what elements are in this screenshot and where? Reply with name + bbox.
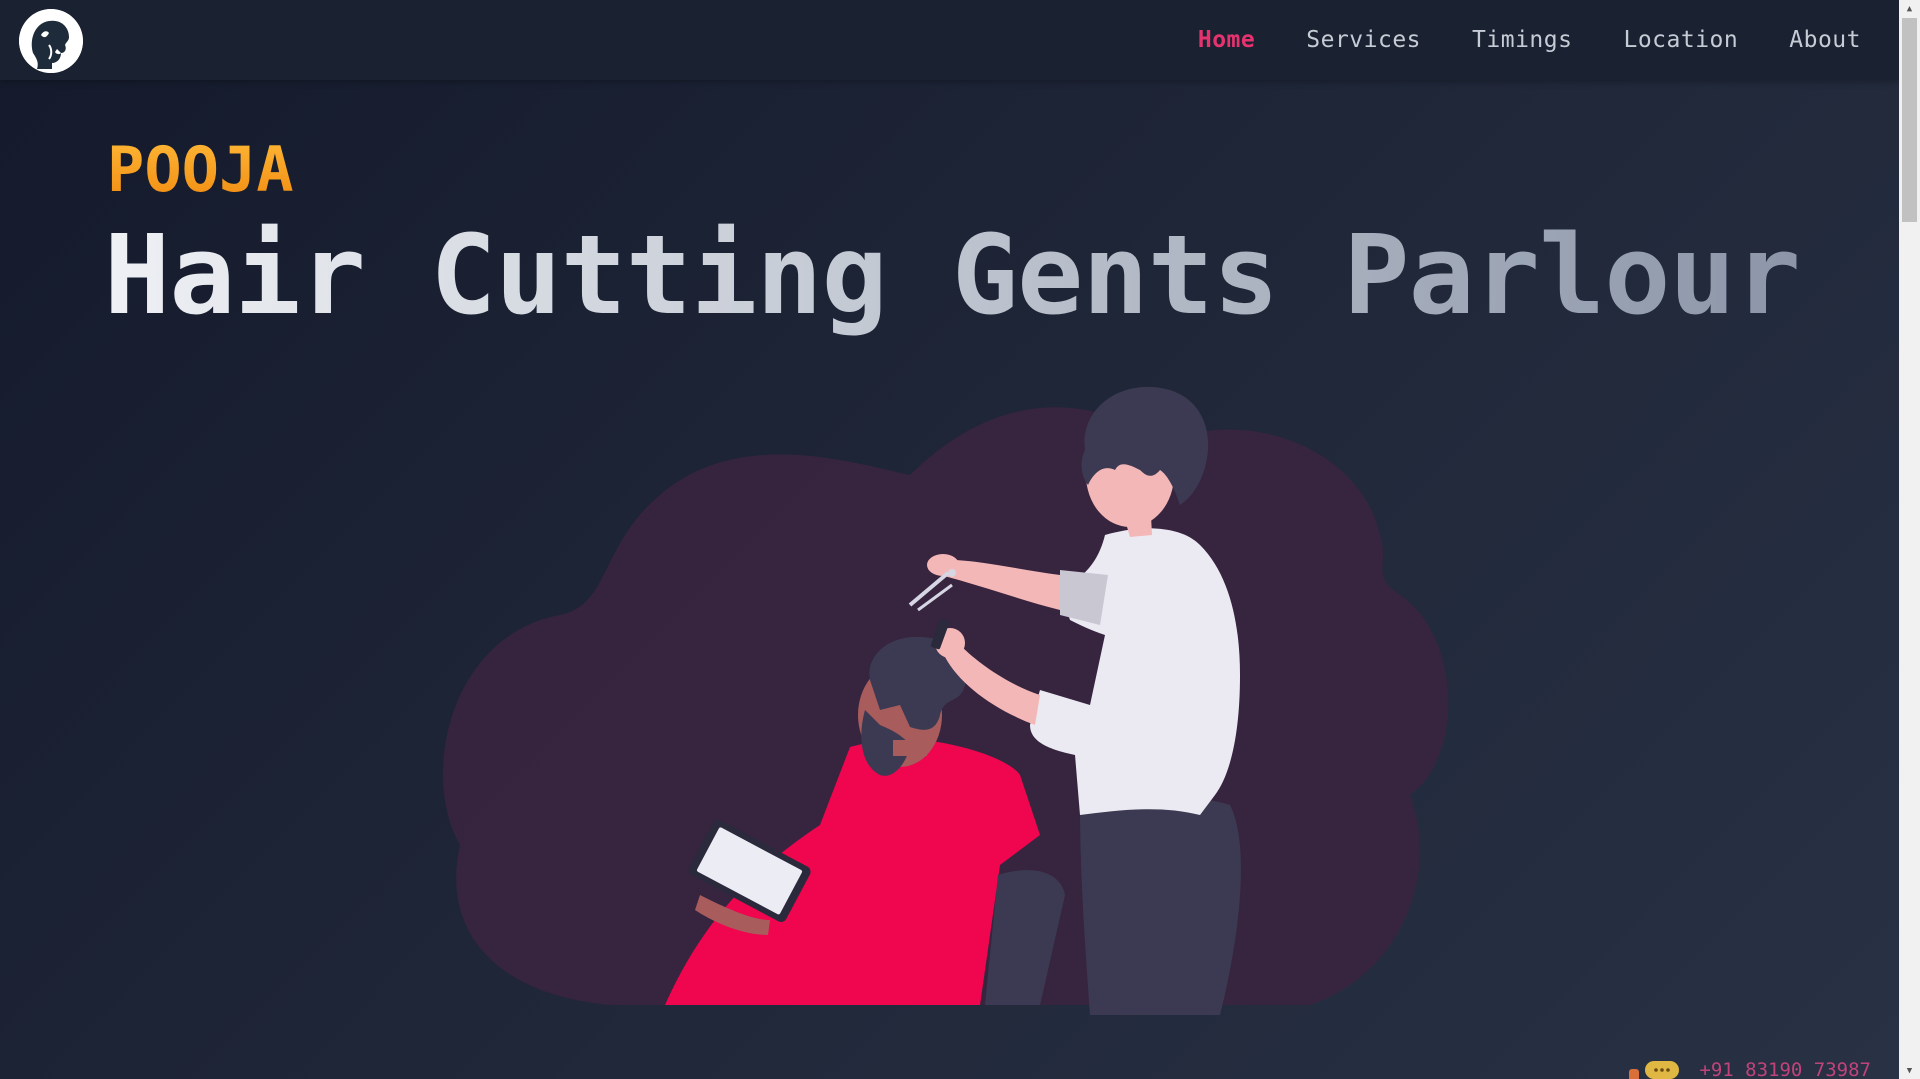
barber-trousers [1080, 797, 1241, 1015]
scroll-up-arrow-icon[interactable]: ▲ [1899, 0, 1920, 17]
contact-bar: +91 83190 73987 [1629, 1058, 1871, 1079]
nav-link-home[interactable]: Home [1198, 27, 1255, 53]
barber-head-logo-icon[interactable] [19, 9, 83, 73]
navbar: Home Services Timings Location About [0, 0, 1899, 80]
phone-number[interactable]: +91 83190 73987 [1699, 1059, 1871, 1079]
nav-link-timings[interactable]: Timings [1472, 27, 1572, 53]
barber-cutting-hair-illustration [440, 375, 1460, 1015]
vertical-scrollbar[interactable]: ▲ ▼ [1899, 0, 1920, 1079]
nav-link-services[interactable]: Services [1306, 27, 1421, 53]
hero-eyebrow: POOJA [107, 133, 294, 206]
hero-title: Hair Cutting Gents Parlour [104, 211, 1801, 339]
nav-links: Home Services Timings Location About [1147, 0, 1861, 80]
scroll-thumb[interactable] [1902, 18, 1917, 222]
page: Home Services Timings Location About POO… [0, 0, 1899, 1079]
chat-bubble-icon[interactable] [1629, 1059, 1681, 1079]
nav-link-about[interactable]: About [1789, 27, 1861, 53]
nav-link-location[interactable]: Location [1623, 27, 1738, 53]
scroll-down-arrow-icon[interactable]: ▼ [1899, 1062, 1920, 1079]
